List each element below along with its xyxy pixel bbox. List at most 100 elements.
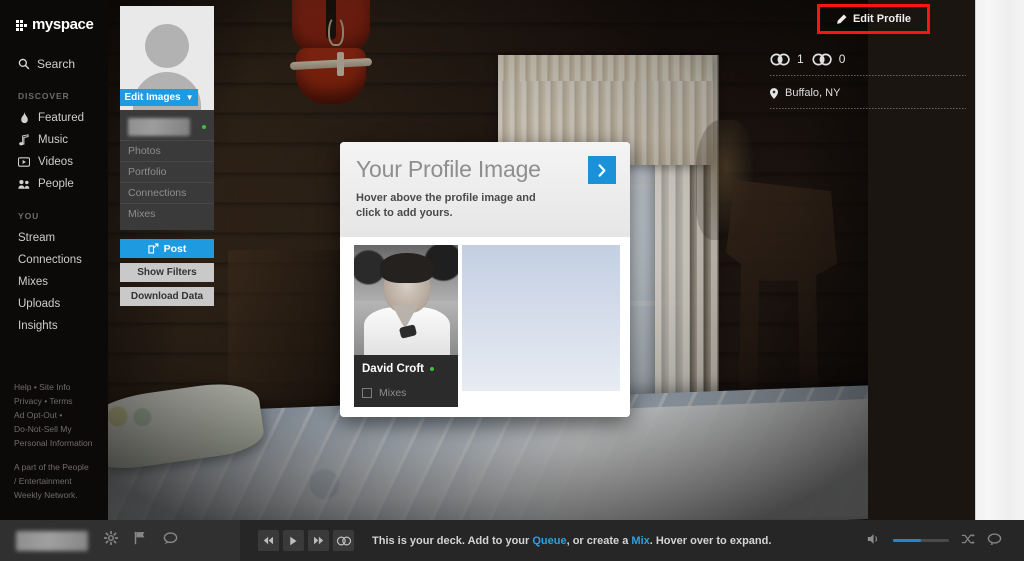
sidebar-item-connections[interactable]: Connections [0, 249, 108, 271]
avatar-placeholder-head [145, 24, 189, 68]
sidebar-item-people[interactable]: People [0, 173, 108, 195]
music-note-icon [18, 134, 30, 146]
sidebar-item-label: Featured [38, 112, 85, 124]
sidebar-item-label: Music [38, 134, 69, 146]
demo-background-preview [462, 245, 620, 391]
tutorial-next-button[interactable] [588, 156, 616, 184]
tutorial-subtitle: Hover above the profile image and click … [356, 192, 536, 219]
show-filters-label: Show Filters [137, 267, 197, 278]
queue-link[interactable]: Queue [532, 535, 566, 547]
online-status-dot [202, 125, 206, 129]
post-button[interactable]: Post [120, 239, 214, 258]
footer-do-not-sell[interactable]: Do-Not-Sell My [14, 422, 102, 436]
download-data-button[interactable]: Download Data [120, 287, 214, 306]
demo-profile-meta: David Croft Mixes [354, 355, 458, 407]
download-data-label: Download Data [130, 291, 204, 302]
avatar[interactable]: Edit Images ▼ [120, 6, 214, 110]
tutorial-body: David Croft Mixes [340, 237, 630, 417]
player-controls-section: This is your deck. Add to your Queue, or… [240, 520, 867, 561]
sidebar-item-featured[interactable]: Featured [0, 107, 108, 129]
connections-count: 1 [797, 52, 804, 66]
footer-network-1: A part of the People [14, 462, 89, 472]
volume-fill [893, 539, 921, 542]
sidebar-item-music[interactable]: Music [0, 129, 108, 151]
footer-privacy-terms[interactable]: Privacy • Terms [14, 394, 102, 408]
left-sidebar: myspace Search DISCOVER Featured Music V… [0, 0, 108, 520]
demo-online-dot [429, 367, 434, 371]
sidebar-item-label: People [38, 178, 74, 190]
stats-divider [770, 75, 966, 76]
sidebar-item-stream[interactable]: Stream [0, 227, 108, 249]
edit-profile-label: Edit Profile [852, 13, 911, 25]
play-button[interactable] [283, 530, 304, 551]
page-gutter [975, 0, 1024, 520]
profile-card: Edit Images ▼ Photos Portfolio Connectio… [120, 6, 214, 311]
deck-message-pre: This is your deck. Add to your [372, 534, 533, 547]
demo-profile-card: David Croft Mixes [354, 245, 458, 407]
sidebar-item-mixes[interactable]: Mixes [0, 271, 108, 293]
shuffle-icon[interactable] [961, 532, 975, 550]
profile-name-redacted [128, 118, 190, 136]
footer-network-3: Weekly Network. [14, 490, 78, 500]
deck-button[interactable] [333, 530, 354, 551]
demo-profile-photo [354, 245, 458, 355]
sidebar-item-label: Mixes [18, 276, 49, 288]
location-divider [770, 108, 966, 109]
sidebar-item-uploads[interactable]: Uploads [0, 293, 108, 315]
sidebar-item-label: Insights [18, 320, 58, 332]
mixes-icon [362, 388, 372, 398]
post-label: Post [163, 242, 187, 255]
logo-dots-icon [16, 20, 27, 31]
deck-message-mid: , or create a [566, 534, 632, 547]
footer-network-2: / Entertainment [14, 476, 72, 486]
repeat-icon[interactable] [987, 532, 1002, 550]
profile-link-photos[interactable]: Photos [120, 140, 214, 161]
next-button[interactable] [308, 530, 329, 551]
player-username-redacted[interactable] [16, 530, 88, 551]
sidebar-item-insights[interactable]: Insights [0, 315, 108, 337]
chat-icon[interactable] [163, 531, 178, 550]
sidebar-item-videos[interactable]: Videos [0, 151, 108, 173]
footer-personal-information[interactable]: Personal Information [14, 436, 102, 450]
volume-slider[interactable] [893, 539, 949, 542]
footer-ad-optout[interactable]: Ad Opt-Out • [14, 408, 102, 422]
profile-link-mixes[interactable]: Mixes [120, 203, 214, 224]
profile-link-portfolio[interactable]: Portfolio [120, 161, 214, 182]
deck-message: This is your deck. Add to your Queue, or… [372, 535, 771, 547]
previous-button[interactable] [258, 530, 279, 551]
footer-help-siteinfo[interactable]: Help • Site Info [14, 380, 102, 394]
connections-icon [812, 53, 832, 65]
profile-stats: 1 0 Buffalo, NY [770, 52, 966, 120]
edit-profile-highlight: Edit Profile [816, 4, 930, 34]
profile-card-actions: Post Show Filters Download Data [120, 239, 214, 306]
chevron-down-icon: ▼ [185, 93, 194, 102]
gear-icon[interactable] [103, 530, 119, 550]
mix-link[interactable]: Mix [631, 535, 649, 547]
edit-images-label: Edit Images [124, 92, 181, 103]
flag-icon[interactable] [134, 531, 147, 550]
show-filters-button[interactable]: Show Filters [120, 263, 214, 282]
tutorial-modal: Your Profile Image Hover above the profi… [340, 142, 630, 417]
stat-followers[interactable]: 0 [812, 52, 845, 66]
profile-sub-nav: Photos Portfolio Connections Mixes [120, 136, 214, 230]
myspace-logo[interactable]: myspace [0, 12, 108, 33]
demo-profile-name-row: David Croft [362, 363, 450, 375]
edit-profile-button[interactable]: Edit Profile [826, 10, 921, 28]
profile-link-connections[interactable]: Connections [120, 182, 214, 203]
app-root: myspace Search DISCOVER Featured Music V… [0, 0, 1024, 561]
stat-connections[interactable]: 1 [770, 52, 804, 66]
speaker-icon[interactable] [867, 532, 881, 550]
connections-icon [770, 53, 790, 65]
sidebar-item-label: Connections [18, 254, 82, 266]
location-label: Buffalo, NY [785, 87, 841, 99]
sidebar-item-label: Uploads [18, 298, 61, 310]
demo-mixes-row[interactable]: Mixes [362, 387, 450, 399]
people-icon [18, 178, 30, 190]
location-row: Buffalo, NY [770, 87, 966, 108]
content-region: myspace Search DISCOVER Featured Music V… [0, 0, 975, 520]
post-icon [147, 243, 159, 254]
edit-images-button[interactable]: Edit Images ▼ [120, 89, 198, 106]
tutorial-header: Your Profile Image Hover above the profi… [340, 142, 630, 237]
search-input[interactable]: Search [0, 53, 108, 75]
player-right-section [867, 532, 1024, 550]
